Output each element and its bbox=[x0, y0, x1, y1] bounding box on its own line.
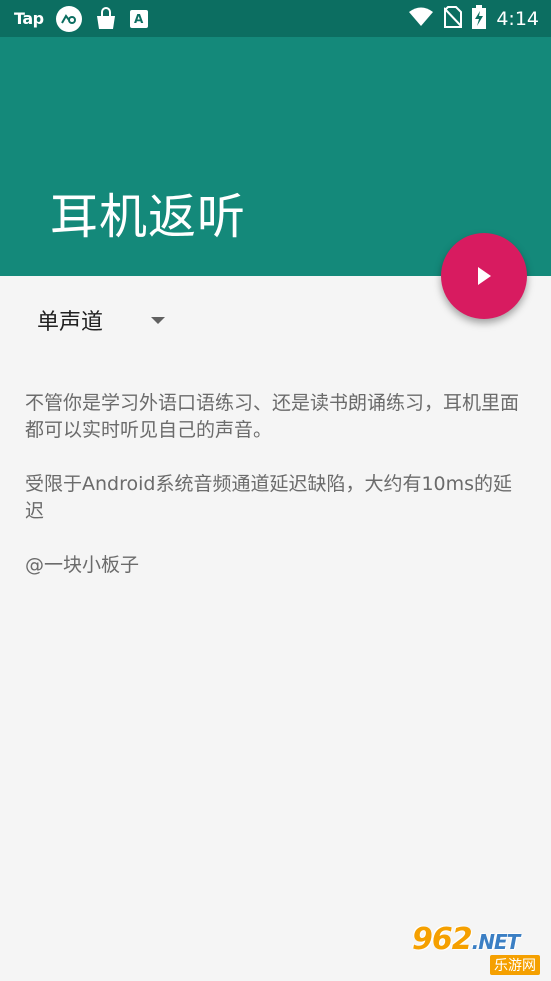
no-sim-icon bbox=[443, 5, 464, 32]
tap-icon: Tap bbox=[14, 9, 44, 28]
channel-spinner[interactable]: 单声道 bbox=[37, 300, 177, 340]
bag-icon bbox=[94, 6, 118, 31]
description-intro: 不管你是学习外语口语练习、还是读书朗诵练习，耳机里面都可以实时听见自己的声音。 bbox=[25, 392, 520, 441]
wifi-icon bbox=[408, 7, 434, 31]
status-time: 4:14 bbox=[496, 7, 539, 30]
play-button[interactable] bbox=[441, 233, 527, 319]
play-icon bbox=[478, 267, 491, 285]
description-author: @一块小板子 bbox=[25, 554, 140, 576]
watermark-sub: 乐游网 bbox=[490, 955, 540, 975]
description-latency: 受限于Android系统音频通道延迟缺陷，大约有10ms的延迟 bbox=[25, 473, 513, 522]
channel-spinner-value: 单声道 bbox=[37, 310, 104, 335]
watermark-suffix: .NET bbox=[471, 930, 521, 954]
description: 不管你是学习外语口语练习、还是读书朗诵练习，耳机里面都可以实时听见自己的声音。 … bbox=[25, 390, 525, 579]
watermark-logo: 962.NET 乐游网 bbox=[412, 925, 548, 977]
status-bar: Tap A 4:14 bbox=[0, 0, 551, 37]
page-title: 耳机返听 bbox=[50, 189, 247, 245]
dropdown-arrow-icon bbox=[151, 317, 165, 324]
watermark-brand: 962 bbox=[412, 922, 473, 957]
a-icon: A bbox=[129, 9, 148, 28]
battery-charging-icon bbox=[472, 4, 487, 33]
link-icon bbox=[55, 5, 82, 32]
